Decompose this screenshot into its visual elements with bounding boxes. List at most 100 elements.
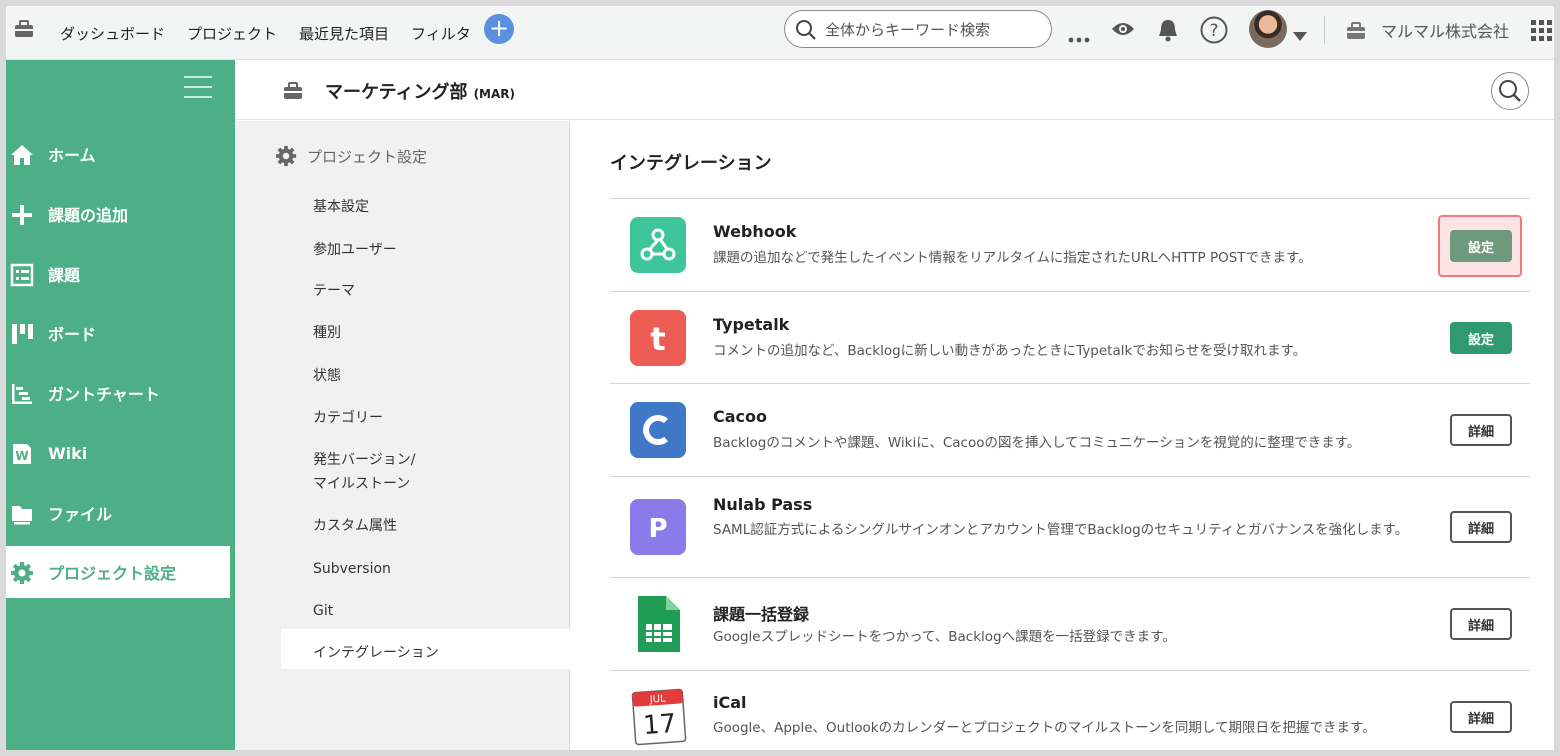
wiki-icon: W — [10, 442, 34, 466]
integration-row-bulk-register: 課題一括登録 Googleスプレッドシートをつかって、Backlogへ課題を一括… — [610, 577, 1530, 670]
settings-nav-basic[interactable]: 基本設定 — [313, 195, 369, 219]
settings-nav-git[interactable]: Git — [313, 599, 333, 623]
nav-filter[interactable]: フィルタ — [411, 23, 471, 44]
sidebar-item-project-settings[interactable]: プロジェクト設定 — [6, 546, 230, 598]
settings-nav-categories[interactable]: カテゴリー — [313, 406, 383, 430]
project-header: マーケティング部 (MAR) — [235, 60, 1554, 120]
integration-desc: コメントの追加など、Backlogに新しい動きがあったときにTypetalkでお… — [713, 343, 1307, 359]
bulk-register-details-button[interactable]: 詳細 — [1450, 608, 1512, 640]
folder-icon — [10, 502, 34, 526]
settings-nav-custom-fields[interactable]: カスタム属性 — [313, 514, 397, 538]
gantt-icon — [10, 382, 34, 406]
integration-row-nulab-pass: P Nulab Pass SAML認証方式によるシングルサインオンとアカウント管… — [610, 476, 1530, 577]
eye-icon[interactable] — [1111, 20, 1135, 42]
svg-text:17: 17 — [642, 709, 677, 741]
more-icon[interactable] — [1068, 28, 1090, 47]
project-title[interactable]: マーケティング部 (MAR) — [325, 78, 515, 104]
svg-text:?: ? — [1209, 21, 1218, 41]
sidebar-item-gantt[interactable]: ガントチャート — [6, 367, 230, 419]
nav-recent[interactable]: 最近見た項目 — [299, 23, 389, 44]
integration-name: Webhook — [713, 222, 797, 241]
company-briefcase-icon — [1346, 22, 1366, 44]
sidebar-item-label: ガントチャート — [48, 385, 160, 404]
hamburger-menu-icon[interactable] — [184, 76, 212, 106]
nav-dashboard[interactable]: ダッシュボード — [60, 23, 165, 44]
cacoo-details-button[interactable]: 詳細 — [1450, 414, 1512, 446]
nulab-pass-details-button[interactable]: 詳細 — [1450, 511, 1512, 543]
project-search-button[interactable] — [1491, 72, 1529, 110]
typetalk-settings-button[interactable]: 設定 — [1450, 322, 1512, 354]
board-icon — [10, 322, 34, 346]
integration-row-cacoo: Cacoo Backlogのコメントや課題、Wikiに、Cacooの図を挿入して… — [610, 383, 1530, 476]
svg-text:t: t — [650, 320, 665, 358]
sidebar-item-label: ボード — [48, 325, 97, 344]
home-icon — [10, 143, 34, 167]
project-name: マーケティング部 — [325, 82, 468, 103]
calendar-icon: JUL 17 — [630, 687, 687, 746]
integration-row-webhook: Webhook 課題の追加などで発生したイベント情報をリアルタイムに指定されたU… — [610, 198, 1530, 291]
top-bar: ダッシュボード プロジェクト 最近見た項目 フィルタ + 全体からキーワード検索… — [6, 6, 1554, 60]
integration-row-ical: JUL 17 iCal Google、Apple、Outlookのカレンダーとプ… — [610, 670, 1530, 750]
gear-icon — [275, 145, 297, 167]
sidebar-item-label: Wiki — [48, 443, 88, 463]
sidebar-item-label: ホーム — [48, 146, 96, 165]
plus-icon — [10, 203, 34, 227]
sidebar-item-label: 課題 — [48, 266, 81, 285]
sidebar-item-wiki[interactable]: W Wiki — [6, 427, 230, 479]
sidebar-item-files[interactable]: ファイル — [6, 487, 230, 539]
bell-icon[interactable] — [1157, 18, 1179, 46]
integration-name: 課題一括登録 — [713, 605, 810, 624]
list-icon — [10, 263, 34, 287]
search-placeholder: 全体からキーワード検索 — [825, 20, 991, 39]
integration-name: Nulab Pass — [713, 495, 813, 514]
help-icon[interactable]: ? — [1200, 16, 1228, 48]
integration-name: Cacoo — [713, 407, 768, 426]
svg-text:P: P — [648, 514, 667, 544]
settings-nav: プロジェクト設定 基本設定 参加ユーザー テーマ 種別 状態 カテゴリー 発生バ… — [235, 121, 570, 750]
user-avatar[interactable] — [1249, 10, 1287, 48]
integration-desc: 課題の追加などで発生したイベント情報をリアルタイムに指定されたURLへHTTP … — [713, 250, 1312, 266]
app-window: ダッシュボード プロジェクト 最近見た項目 フィルタ + 全体からキーワード検索… — [6, 6, 1554, 750]
sidebar-item-label: プロジェクト設定 — [48, 564, 177, 583]
nav-projects[interactable]: プロジェクト — [187, 23, 277, 44]
chevron-down-icon[interactable] — [1293, 26, 1307, 45]
search-icon — [1499, 80, 1521, 102]
apps-grid-icon[interactable] — [1531, 20, 1553, 46]
integration-desc: Backlogのコメントや課題、Wikiに、Cacooの図を挿入してコミュニケー… — [713, 435, 1361, 451]
company-name[interactable]: マルマル株式会社 — [1381, 6, 1509, 54]
main-content: インテグレーション Webhook 課題の追加などで発生したイベント情報をリアル… — [570, 121, 1554, 750]
settings-nav-versions[interactable]: 発生バージョン/ マイルストーン — [313, 448, 415, 496]
sidebar-item-add-issue[interactable]: 課題の追加 — [6, 188, 230, 240]
global-search-input[interactable]: 全体からキーワード検索 — [784, 10, 1052, 48]
integration-desc: Google、Apple、Outlookのカレンダーとプロジェクトのマイルストー… — [713, 720, 1376, 736]
webhook-logo-icon — [630, 217, 686, 273]
search-icon — [796, 20, 816, 40]
top-nav: ダッシュボード プロジェクト 最近見た項目 フィルタ — [60, 6, 471, 60]
settings-nav-heading: プロジェクト設定 — [275, 145, 427, 167]
add-button[interactable]: + — [484, 14, 514, 44]
typetalk-logo-icon: t — [630, 310, 686, 366]
webhook-settings-button[interactable]: 設定 — [1450, 230, 1512, 262]
integration-name: iCal — [713, 693, 747, 712]
integration-desc: SAML認証方式によるシングルサインオンとアカウント管理でBacklogのセキュ… — [713, 522, 1409, 538]
settings-nav-status[interactable]: 状態 — [313, 364, 341, 388]
integration-desc: Googleスプレッドシートをつかって、Backlogへ課題を一括登録できます。 — [713, 629, 1176, 645]
divider — [1324, 16, 1325, 44]
settings-nav-issue-types[interactable]: 種別 — [313, 321, 341, 345]
settings-nav-members[interactable]: 参加ユーザー — [313, 238, 397, 262]
sidebar-item-issues[interactable]: 課題 — [6, 248, 230, 300]
ical-details-button[interactable]: 詳細 — [1450, 701, 1512, 733]
sidebar: ホーム 課題の追加 課題 ボード ガントチャート W Wiki ファイル プロジ — [6, 60, 235, 750]
integration-name: Typetalk — [713, 315, 790, 334]
sidebar-item-label: 課題の追加 — [48, 206, 129, 225]
spreadsheet-icon — [630, 594, 686, 652]
settings-nav-subversion[interactable]: Subversion — [313, 557, 391, 581]
nulab-pass-logo-icon: P — [630, 499, 686, 555]
integration-row-typetalk: t Typetalk コメントの追加など、Backlogに新しい動きがあったとき… — [610, 291, 1530, 383]
settings-nav-integrations[interactable]: インテグレーション — [313, 641, 439, 665]
sidebar-item-board[interactable]: ボード — [6, 307, 230, 359]
gear-icon — [10, 561, 34, 585]
settings-nav-theme[interactable]: テーマ — [313, 279, 355, 303]
briefcase-icon[interactable] — [14, 20, 34, 42]
sidebar-item-home[interactable]: ホーム — [6, 128, 230, 180]
